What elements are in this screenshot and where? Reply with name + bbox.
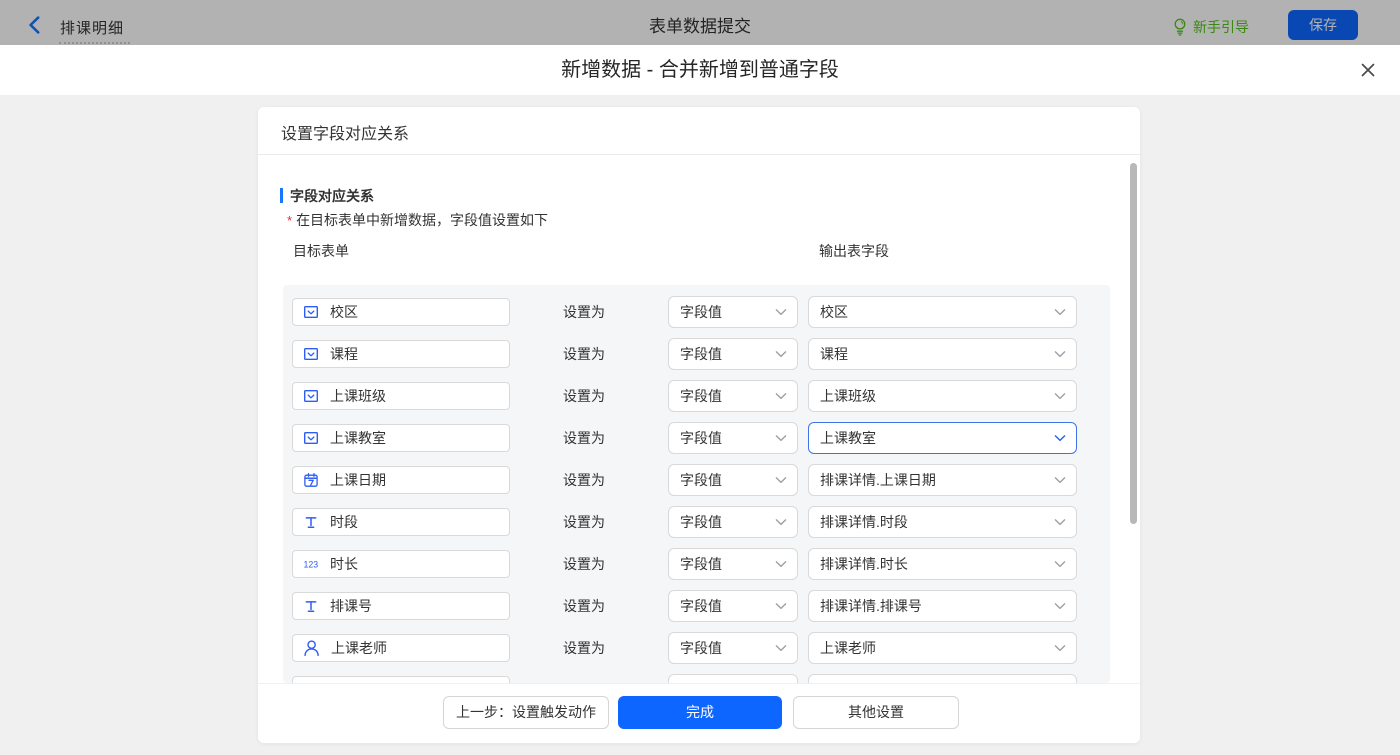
svg-text:123: 123 xyxy=(304,559,319,569)
